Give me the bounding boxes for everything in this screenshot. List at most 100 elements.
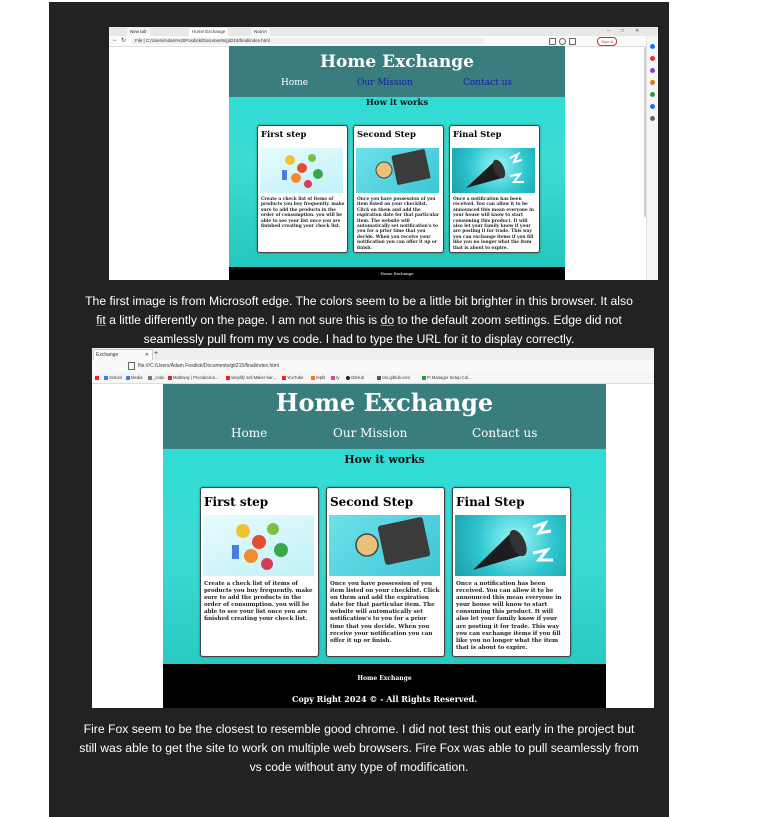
megaphone-image: [452, 148, 535, 193]
bookmarks-bar: School Media _code Mathway | Precalculus…: [92, 372, 654, 384]
bookmark-css-github[interactable]: css.github.com: [377, 375, 410, 380]
caption-fragment: a little differently on the page. I am n…: [105, 313, 381, 327]
close-icon[interactable]: ✕: [635, 28, 639, 34]
nav-our-mission[interactable]: Our Mission: [357, 78, 413, 88]
caption-edge: The first image is from Microsoft edge. …: [49, 292, 669, 349]
edge-toolbar-icons: [549, 38, 583, 45]
card-title: First step: [204, 495, 269, 509]
caption-fragment: to the default zoom settings. Edge did n…: [394, 313, 622, 327]
footer-title: Home Exchange: [357, 675, 412, 682]
bookmark-replit[interactable]: replit: [311, 375, 325, 380]
card-text: Once a notification has been received. Y…: [453, 197, 535, 251]
caption-line: still was able to get the site to work o…: [79, 741, 639, 755]
nav-contact-us[interactable]: Contact us: [472, 426, 537, 440]
bookmark-simplify[interactable]: simplify sell Maker-har...: [226, 375, 276, 380]
how-it-works-heading: How it works: [365, 98, 429, 108]
card-text: Create a check list of items of products…: [204, 581, 313, 623]
shopping-icon[interactable]: [650, 56, 655, 61]
produce-illustration: [232, 523, 288, 570]
refresh-icon[interactable]: ↻: [121, 37, 126, 44]
spelling-flag: do: [380, 313, 395, 327]
footer-title: Home Exchange: [380, 271, 414, 276]
tab-notaa[interactable]: NotAA: [251, 28, 271, 36]
nav-home[interactable]: Home: [281, 78, 308, 88]
calendar-image: [329, 515, 440, 576]
tab-new-tab[interactable]: New tab: [127, 28, 150, 36]
collections-icon[interactable]: [569, 38, 576, 45]
card-text: Once you have possession of you item lis…: [357, 197, 440, 251]
card-text: Create a check list of items of products…: [261, 197, 345, 230]
card-final-step: Final Step Once a notification has been …: [452, 487, 571, 657]
calendar-clock-illustration: [375, 149, 431, 185]
caption-line: seamlessly pull from my vs code. I had t…: [143, 332, 575, 346]
footer-copyright: Copy Right 2024 © - All Rights Reserved.: [291, 694, 478, 704]
new-tab-button[interactable]: +: [154, 350, 158, 357]
calendar-image: [356, 148, 439, 193]
edge-tab-bar: New tab Home Exchange NotAA – □ ✕: [109, 27, 658, 36]
bookmark-fi-manager[interactable]: FI Manager Setup Cal...: [422, 375, 471, 380]
card-text: Once you have possession of you item lis…: [330, 581, 440, 644]
tab-home-exchange[interactable]: Home Exchange: [189, 28, 229, 36]
megaphone-illustration: [473, 520, 553, 570]
url-input[interactable]: file:///C:/Users/Adam Fosdick/Documents/…: [138, 363, 279, 369]
card-title: First step: [261, 130, 307, 140]
card-text: Once a notification has been received. Y…: [456, 581, 562, 651]
caption-line: fit a little differently on the page. I …: [49, 311, 669, 330]
caption-line: The first image is from Microsoft edge. …: [85, 294, 633, 308]
produce-illustration: [282, 154, 323, 188]
edge-sidebar: [646, 36, 658, 280]
bookmark-mathway[interactable]: Mathway | Precalculus...: [168, 375, 218, 380]
how-it-works-heading: How it works: [344, 453, 425, 466]
search-icon[interactable]: [650, 44, 655, 49]
card-first-step: First step Create a check list of items …: [200, 487, 319, 657]
card-first-step: First step Create a check list of items …: [257, 125, 348, 253]
outlook-icon[interactable]: [650, 104, 655, 109]
office-icon[interactable]: [650, 92, 655, 97]
bookmark-school[interactable]: School: [104, 375, 122, 380]
edge-screenshot: New tab Home Exchange NotAA – □ ✕ ← ↻ Fi…: [109, 27, 658, 280]
card-title: Final Step: [453, 130, 502, 140]
megaphone-illustration: [466, 151, 524, 188]
megaphone-image: [455, 515, 566, 576]
bookmark-media[interactable]: Media: [126, 375, 142, 380]
spelling-flag: fit: [96, 313, 106, 327]
card-title: Final Step: [456, 495, 525, 509]
bookmark-ry[interactable]: ry: [331, 375, 340, 380]
add-icon[interactable]: [650, 116, 655, 121]
card-final-step: Final Step Once a notification has been …: [449, 125, 540, 253]
site-footer: Home Exchange Copy Right 2024 © - All Ri…: [163, 664, 606, 708]
document-page: New tab Home Exchange NotAA – □ ✕ ← ↻ Fi…: [49, 2, 669, 817]
maximize-icon[interactable]: □: [621, 28, 624, 34]
card-title: Second Step: [330, 495, 414, 509]
nav-our-mission[interactable]: Our Mission: [333, 426, 407, 440]
site-title: Home Exchange: [275, 388, 494, 417]
bookmark-github[interactable]: GitHub: [346, 375, 364, 380]
minimize-icon[interactable]: –: [607, 28, 610, 34]
bookmark-youtube[interactable]: YouTube: [282, 375, 303, 380]
page-icon: [128, 362, 135, 370]
card-second-step: Second Step Once you have possession of …: [326, 487, 445, 657]
site-footer: Home Exchange: [229, 267, 565, 280]
produce-image: [260, 148, 343, 193]
nav-contact-us[interactable]: Contact us: [463, 78, 512, 88]
produce-image: [203, 515, 314, 576]
games-icon[interactable]: [650, 80, 655, 85]
caption-line: vs code without any type of modification…: [249, 760, 469, 774]
site-view-firefox: Home Exchange Home Our Mission Contact u…: [163, 384, 606, 708]
firefox-tab-bar: Exchange ✕ +: [92, 348, 654, 361]
caption-line: Fire Fox seem to be the closest to resem…: [83, 722, 635, 736]
site-title: Home Exchange: [319, 52, 474, 72]
url-input[interactable]: File | C:/Users/Adam%20Fosdick/Documents…: [131, 38, 485, 44]
bookmark-code[interactable]: _code: [148, 375, 164, 380]
bookmark-youtube-icon[interactable]: [95, 375, 100, 380]
firefox-screenshot: Exchange ✕ + file:///C:/Users/Adam Fosdic…: [92, 348, 654, 708]
favorites-icon[interactable]: [559, 38, 566, 45]
back-arrow-icon[interactable]: ←: [112, 37, 118, 43]
calendar-clock-illustration: [355, 517, 431, 565]
sign-in-button[interactable]: Sign in: [597, 37, 618, 46]
tools-icon[interactable]: [650, 68, 655, 73]
extensions-icon[interactable]: [549, 38, 556, 45]
caption-firefox: Fire Fox seem to be the closest to resem…: [49, 720, 669, 777]
nav-home[interactable]: Home: [231, 426, 267, 440]
site-view-edge: Home Exchange Home Our Mission Contact u…: [229, 46, 565, 280]
